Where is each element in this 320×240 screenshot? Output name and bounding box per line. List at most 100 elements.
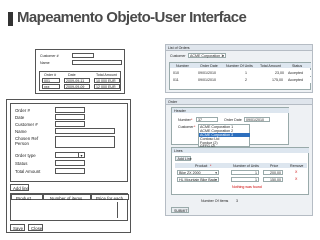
- customer-select[interactable]: ACME Corporation 1 ▾: [188, 53, 226, 58]
- page-title: Mapeamento Objeto-User Interface: [17, 9, 247, 26]
- chevron-down-icon: ▾: [215, 171, 217, 175]
- remove-icon[interactable]: X: [295, 170, 297, 174]
- table-cell: 1: [255, 171, 257, 175]
- field-label: Name: [15, 129, 27, 134]
- customer-label: Customer: [178, 125, 194, 129]
- validation-message: Nothing was found: [232, 185, 262, 189]
- price-input[interactable]: 150,00: [263, 177, 283, 182]
- col-product: Product: [195, 163, 208, 168]
- order-date-label: Order Date: [224, 118, 242, 122]
- add-line-button[interactable]: Add Line: [175, 156, 192, 161]
- save-button[interactable]: Save: [10, 224, 25, 231]
- table-cell: Accepted: [288, 71, 303, 75]
- chevron-down-icon: ▾: [222, 54, 224, 58]
- name-input[interactable]: [55, 128, 115, 134]
- order-list-mockup: Customer # Name Order # Date Total Amoun…: [35, 49, 125, 94]
- field-label: Total Amount: [15, 169, 41, 174]
- table-cell: 2: [245, 78, 247, 82]
- section-title: Header: [174, 108, 186, 113]
- customer-input[interactable]: [72, 53, 94, 58]
- lines-grid-header: Product * Number of Units Price Remove: [175, 163, 307, 168]
- add-line-button[interactable]: Add line: [10, 184, 29, 191]
- total-amount-input[interactable]: [55, 168, 85, 174]
- number-of-items-value: 3: [236, 199, 238, 203]
- ref-person-list[interactable]: [55, 136, 115, 148]
- number-input[interactable]: 37: [196, 117, 218, 122]
- customer-dropdown[interactable]: ACME Corporation 1 ACME Corporation 2 AC…: [198, 124, 250, 148]
- line-items-table: Product Number of items Price for each: [10, 193, 129, 221]
- order-form-mockup: Order # Date Customer # Name Chosen Ref …: [6, 99, 131, 233]
- price-input[interactable]: 200,00: [263, 170, 283, 175]
- panel-header: Order: [166, 99, 312, 105]
- remove-icon[interactable]: X: [295, 177, 297, 181]
- customer-number-input[interactable]: [55, 121, 85, 127]
- table-cell: 1: [245, 71, 247, 75]
- col-product: Product: [16, 195, 32, 201]
- field-label: Chosen Ref Person: [15, 136, 39, 146]
- table-cell: 09/01/2010: [198, 71, 216, 75]
- section-title: Lines: [174, 148, 183, 153]
- table-cell: 011: [173, 78, 179, 82]
- table-cell: 23,00: [275, 71, 284, 75]
- table-cell: xxx: [44, 85, 50, 89]
- table-cell: 09/01/2010: [198, 78, 216, 82]
- product-select[interactable]: Bike ZX 2000 ▾: [177, 170, 219, 175]
- order-number-input[interactable]: [55, 107, 85, 113]
- panel-header: List of Orders: [166, 45, 312, 51]
- col-order-date[interactable]: Order Date: [200, 64, 218, 68]
- status-input[interactable]: [55, 160, 85, 166]
- order-fields-group: Order # Date Customer # Name Chosen Ref …: [10, 103, 128, 182]
- number-of-items-label: Number Of Items: [201, 199, 229, 203]
- table-row: HL Mountain Bike Back ▾ 1 150,00 X: [175, 177, 307, 183]
- col-number-items: Number of items: [50, 195, 83, 201]
- table-cell: Bike ZX 2000: [179, 171, 201, 175]
- name-label: Name: [40, 61, 50, 65]
- table-cell: 1: [255, 178, 257, 182]
- field-label: Customer #: [15, 122, 38, 127]
- col-total: Total Amount: [96, 73, 117, 77]
- table-cell: 200,00: [270, 171, 281, 175]
- col-order: Order #: [44, 73, 57, 77]
- number-value: 37: [198, 118, 202, 122]
- grid-header: Number Order Date Number Of Units Total …: [170, 63, 311, 68]
- units-input[interactable]: 1: [231, 170, 259, 175]
- product-select[interactable]: HL Mountain Bike Back ▾: [177, 177, 219, 182]
- date-input[interactable]: [55, 114, 85, 120]
- col-units[interactable]: Number Of Units: [226, 64, 253, 68]
- name-input[interactable]: [72, 60, 122, 65]
- save-label: Save: [13, 226, 24, 231]
- table-row[interactable]: 011 09/01/2010 2 175,00 Accepted: [170, 77, 311, 83]
- table-row[interactable]: 010 09/01/2010 1 23,00 Accepted: [170, 70, 311, 76]
- customer-label: Customer #: [40, 54, 59, 58]
- close-button[interactable]: Close: [28, 224, 43, 231]
- field-label: Order #: [15, 108, 30, 113]
- field-label: Status: [15, 161, 28, 166]
- col-total[interactable]: Total Amount: [260, 64, 281, 68]
- table-cell: 12 000 EUR: [96, 85, 116, 89]
- table-cell: 2009-09-11: [66, 79, 85, 83]
- col-status[interactable]: Status: [292, 64, 302, 68]
- submit-button[interactable]: SUBMIT: [171, 207, 189, 213]
- field-label: Date: [15, 115, 25, 120]
- panel-title: List of Orders: [168, 45, 190, 50]
- units-input[interactable]: 1: [231, 177, 259, 182]
- title-accent-bar: [8, 12, 13, 26]
- required-marker: *: [210, 163, 212, 168]
- lines-section: Lines Add Line Product * Number of Units…: [171, 147, 309, 195]
- table-cell: Accepted: [288, 78, 303, 82]
- col-number[interactable]: Number: [176, 64, 189, 68]
- order-type-select[interactable]: ▾: [55, 152, 85, 158]
- customer-label: Customer: [170, 54, 186, 58]
- table-scrollbar[interactable]: [117, 202, 124, 218]
- close-label: Close: [31, 226, 43, 231]
- order-edit-panel: Order Header Number * 37 Order Date 09/0…: [165, 98, 313, 216]
- panel-title: Order: [168, 99, 178, 104]
- number-label: Number: [178, 118, 191, 122]
- table-cell: 175,00: [272, 78, 283, 82]
- table-cell: 001: [44, 79, 50, 83]
- col-price: Price: [270, 163, 279, 168]
- order-date-input[interactable]: 09/01/2010: [244, 117, 270, 122]
- table-cell: HL Mountain Bike Back: [179, 178, 217, 182]
- field-label: Order type: [15, 153, 36, 158]
- col-date: Date: [68, 73, 76, 77]
